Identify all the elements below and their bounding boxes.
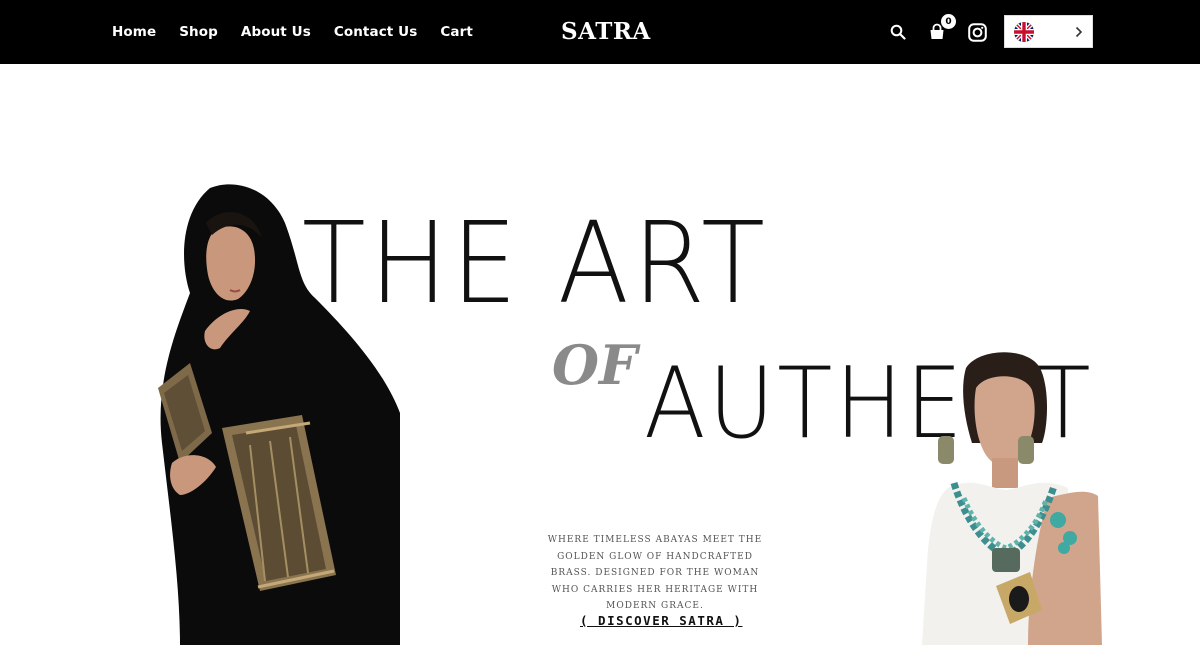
language-switcher[interactable] (1004, 15, 1093, 48)
hero-headline-of: OF (552, 333, 638, 397)
instagram-icon (968, 22, 987, 42)
hero-tagline: WHERE TIMELESS ABAYAS MEET THE GOLDEN GL… (547, 535, 763, 611)
uk-flag-icon (1014, 21, 1034, 42)
nav-contact-us[interactable]: Contact Us (334, 24, 418, 40)
search-icon (890, 24, 906, 40)
instagram-link[interactable] (967, 0, 988, 64)
discover-satra-link[interactable]: ( DISCOVER SATRA ) (580, 613, 742, 628)
nav-home[interactable]: Home (112, 24, 156, 40)
cart-count-badge: 0 (941, 14, 956, 29)
nav-about-us[interactable]: About Us (241, 24, 311, 40)
main-nav: Home Shop About Us Contact Us Cart (112, 0, 496, 64)
hero-headline-line-1: THE ART (302, 199, 769, 329)
chevron-right-icon (1075, 26, 1083, 37)
site-logo[interactable]: SATRA (561, 18, 651, 45)
cart-button[interactable]: 0 (926, 0, 956, 64)
nav-cart[interactable]: Cart (440, 24, 473, 40)
model-jewelry-image (918, 348, 1102, 645)
search-button[interactable] (888, 0, 908, 64)
nav-shop[interactable]: Shop (179, 24, 218, 40)
site-header: Home Shop About Us Contact Us Cart SATRA… (0, 0, 1200, 64)
